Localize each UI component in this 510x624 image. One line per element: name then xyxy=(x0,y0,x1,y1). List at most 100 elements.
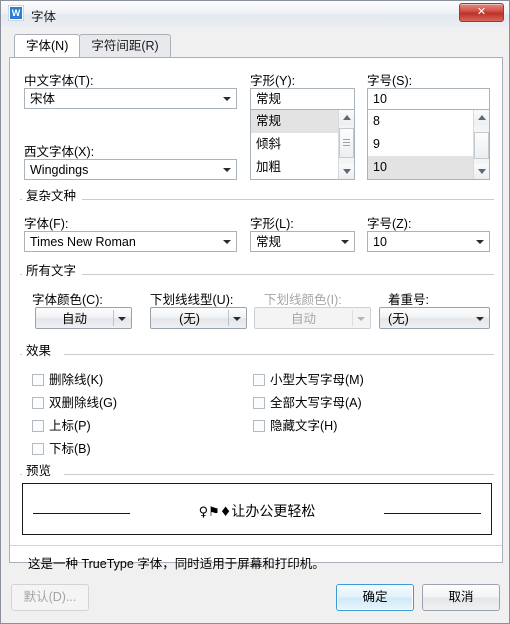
preview-group-title: 预览 xyxy=(22,460,56,479)
font-color-value: 自动 xyxy=(61,312,87,326)
underline-style-value: (无) xyxy=(179,312,200,326)
chinese-font-label: 中文字体(T): xyxy=(24,74,94,88)
checkbox-label: 双删除线(G) xyxy=(49,396,118,410)
checkbox-box xyxy=(32,443,44,455)
emphasis-mark-value: (无) xyxy=(388,312,409,326)
scroll-up-icon[interactable] xyxy=(474,110,489,125)
complex-font-value: Times New Roman xyxy=(30,235,136,249)
chinese-font-combo[interactable]: 宋体 xyxy=(24,88,237,109)
font-tab-panel: 中文字体(T): 宋体 西文字体(X): Wingdings 字形(Y): 常规… xyxy=(9,57,503,571)
font-size-label: 字号(S): xyxy=(367,74,413,88)
checkbox-all-caps[interactable]: 全部大写字母(A) xyxy=(253,392,362,411)
underline-color-label: 下划线颜色(I): xyxy=(264,293,342,307)
checkbox-box xyxy=(253,420,265,432)
font-color-combo[interactable]: 自动 xyxy=(35,307,132,329)
tab-strip: 字体(N) 字符间距(R) xyxy=(14,34,171,58)
chevron-down-icon xyxy=(118,317,126,321)
checkbox-label: 小型大写字母(M) xyxy=(270,373,364,387)
close-icon[interactable]: ✕ xyxy=(459,3,504,22)
checkbox-label: 删除线(K) xyxy=(49,373,104,387)
chevron-down-icon xyxy=(357,317,365,321)
checkbox-box xyxy=(32,420,44,432)
all-text-group-title: 所有文字 xyxy=(22,260,81,279)
underline-style-combo[interactable]: (无) xyxy=(150,307,247,329)
font-color-label: 字体颜色(C): xyxy=(32,293,103,307)
checkbox-hidden-text[interactable]: 隐藏文字(H) xyxy=(253,415,337,434)
preview-text: ♀⚑♦让办公更轻松 xyxy=(23,501,491,521)
chevron-down-icon xyxy=(223,240,231,244)
complex-size-combo[interactable]: 10 xyxy=(367,231,490,252)
scrollbar-thumb[interactable] xyxy=(339,128,354,158)
font-dialog: W 字体 ✕ 字体(N) 字符间距(R) 中文字体(T): 宋体 西文字体(X)… xyxy=(0,0,510,624)
scroll-up-icon[interactable] xyxy=(339,110,354,125)
font-size-listbox[interactable]: 8 9 10 xyxy=(367,109,490,180)
complex-font-combo[interactable]: Times New Roman xyxy=(24,231,237,252)
font-size-scrollbar[interactable] xyxy=(473,110,489,179)
font-style-scrollbar[interactable] xyxy=(338,110,354,179)
underline-color-combo: 自动 xyxy=(254,307,371,329)
wps-writer-icon-letter: W xyxy=(10,7,22,19)
complex-font-label: 字体(F): xyxy=(24,217,69,231)
truetype-note: 这是一种 TrueType 字体，同时适用于屏幕和打印机。 xyxy=(28,557,325,571)
western-font-label: 西文字体(X): xyxy=(24,145,95,159)
underline-style-label: 下划线线型(U): xyxy=(150,293,234,307)
chevron-down-icon xyxy=(223,168,231,172)
font-style-label: 字形(Y): xyxy=(250,74,296,88)
font-style-value: 常规 xyxy=(256,92,282,106)
underline-color-value: 自动 xyxy=(290,312,316,326)
cancel-button[interactable]: 取消 xyxy=(422,584,500,611)
note-separator xyxy=(10,545,502,546)
complex-style-value: 常规 xyxy=(256,235,282,249)
chevron-down-icon xyxy=(476,240,484,244)
ok-button[interactable]: 确定 xyxy=(336,584,414,611)
checkbox-box xyxy=(32,374,44,386)
font-style-input[interactable]: 常规 xyxy=(250,88,355,109)
window-title: 字体 xyxy=(31,10,57,24)
complex-size-label: 字号(Z): xyxy=(367,217,412,231)
checkbox-subscript[interactable]: 下标(B) xyxy=(32,438,91,457)
checkbox-box xyxy=(32,397,44,409)
checkbox-superscript[interactable]: 上标(P) xyxy=(32,415,91,434)
chevron-down-icon xyxy=(476,317,484,321)
scroll-down-icon[interactable] xyxy=(474,164,489,179)
complex-style-combo[interactable]: 常规 xyxy=(250,231,355,252)
western-font-combo[interactable]: Wingdings xyxy=(24,159,237,180)
complex-size-value: 10 xyxy=(373,235,387,249)
chinese-font-value: 宋体 xyxy=(30,92,56,106)
complex-style-label: 字形(L): xyxy=(250,217,294,231)
checkbox-small-caps[interactable]: 小型大写字母(M) xyxy=(253,369,364,388)
checkbox-label: 隐藏文字(H) xyxy=(270,419,338,433)
scrollbar-grip-icon xyxy=(343,139,350,147)
font-style-listbox[interactable]: 常规 倾斜 加粗 xyxy=(250,109,355,180)
list-item[interactable]: 8 xyxy=(368,110,489,133)
emphasis-mark-label: 着重号: xyxy=(388,293,429,307)
list-item[interactable]: 10 xyxy=(368,156,489,179)
font-size-value: 10 xyxy=(373,92,387,106)
checkbox-box xyxy=(253,374,265,386)
checkbox-double-strikethrough[interactable]: 双删除线(G) xyxy=(32,392,117,411)
scroll-down-icon[interactable] xyxy=(339,164,354,179)
chevron-down-icon xyxy=(233,317,241,321)
font-preview-box: ♀⚑♦让办公更轻松 xyxy=(22,483,492,535)
checkbox-box xyxy=(253,397,265,409)
western-font-value: Wingdings xyxy=(30,163,89,177)
emphasis-mark-combo[interactable]: (无) xyxy=(379,307,490,329)
title-bar: W 字体 ✕ xyxy=(1,1,509,27)
tab-character-spacing[interactable]: 字符间距(R) xyxy=(79,34,171,57)
scrollbar-thumb[interactable] xyxy=(474,132,489,159)
effects-group-title: 效果 xyxy=(22,340,56,359)
preview-sample-text: 让办公更轻松 xyxy=(231,503,316,519)
wps-writer-icon: W xyxy=(8,5,24,21)
chevron-down-icon xyxy=(341,240,349,244)
chevron-down-icon xyxy=(223,97,231,101)
checkbox-label: 下标(B) xyxy=(49,442,91,456)
default-button: 默认(D)... xyxy=(11,584,89,611)
checkbox-label: 上标(P) xyxy=(49,419,91,433)
tab-font[interactable]: 字体(N) xyxy=(14,34,81,57)
checkbox-strikethrough[interactable]: 删除线(K) xyxy=(32,369,103,388)
complex-script-group-title: 复杂文种 xyxy=(22,185,81,204)
preview-symbols: ♀⚑♦ xyxy=(198,505,232,520)
checkbox-label: 全部大写字母(A) xyxy=(270,396,362,410)
font-size-input[interactable]: 10 xyxy=(367,88,490,109)
list-item[interactable]: 9 xyxy=(368,133,489,156)
